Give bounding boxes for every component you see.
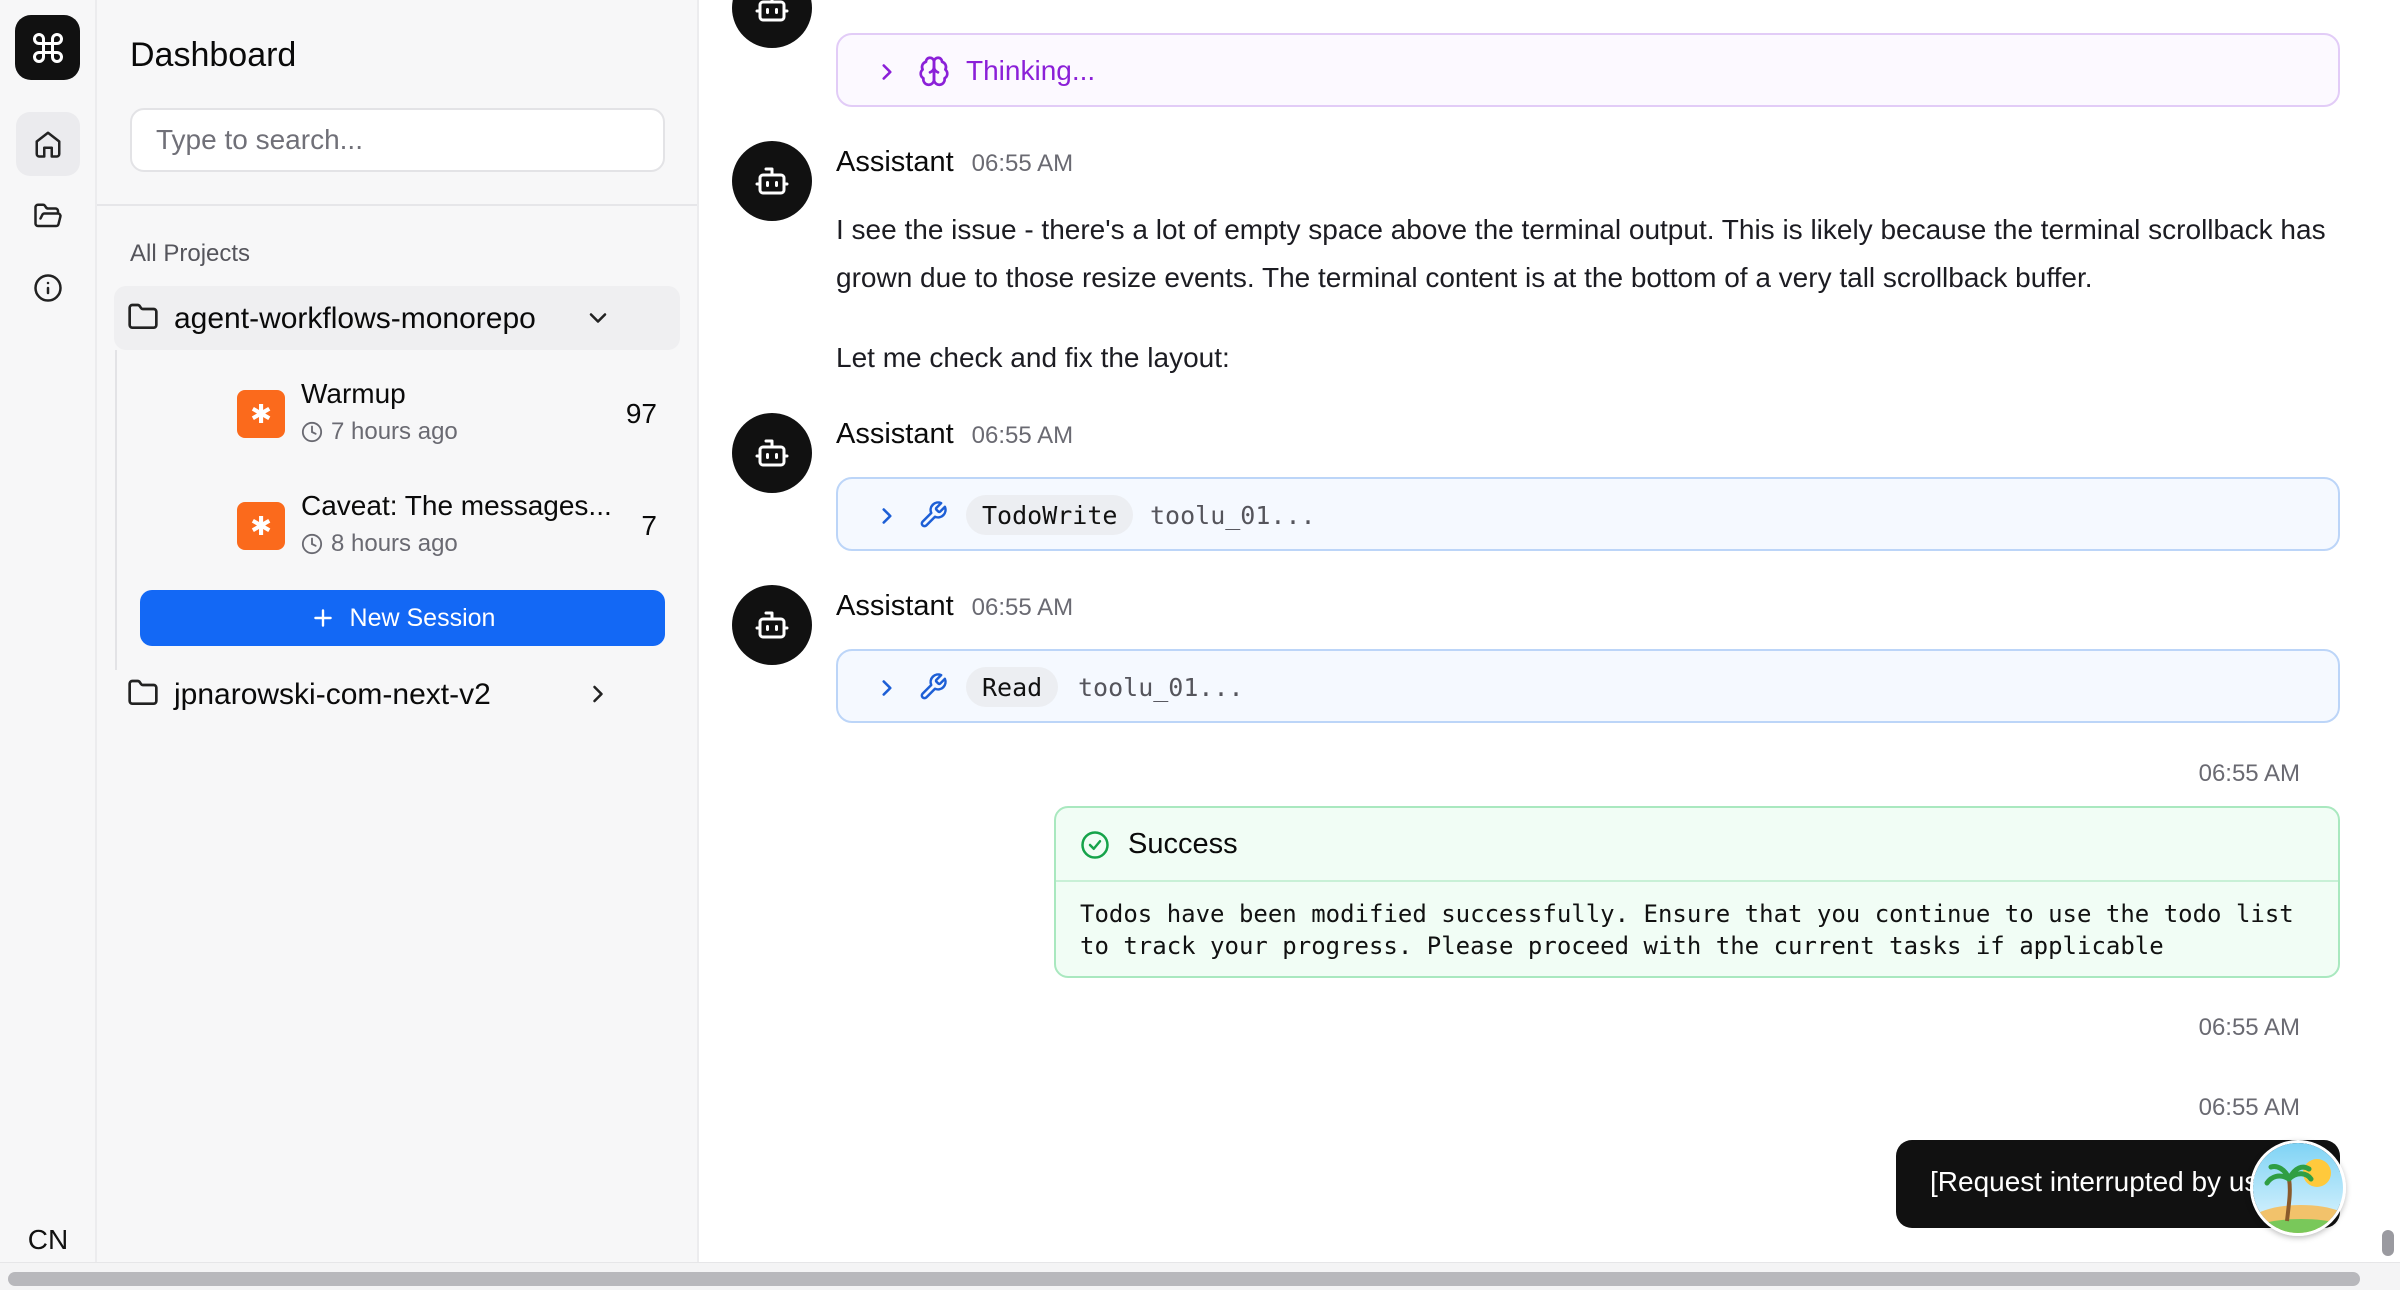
tool-call-card[interactable]: TodoWrite toolu_01... [836, 477, 2340, 551]
horizontal-scrollbar-thumb[interactable] [8, 1272, 2360, 1286]
tool-id: toolu_01... [1078, 673, 1244, 702]
result-time: 06:55 AM [2198, 760, 2300, 787]
brain-icon [919, 56, 949, 87]
session-message-count: 97 [625, 398, 657, 429]
session-item[interactable]: ✱ Caveat: The messages... 8 hours ago 7 [237, 490, 677, 580]
chevron-right-icon[interactable] [584, 680, 612, 708]
folder-icon [128, 679, 158, 705]
sidebar-title: Dashboard [130, 36, 297, 74]
tool-name: TodoWrite [966, 495, 1134, 535]
message-author: Assistant [836, 590, 954, 622]
plus-icon [313, 609, 332, 627]
thinking-label: Thinking... [966, 55, 1096, 86]
horizontal-scrollbar[interactable] [0, 1262, 2400, 1290]
chevron-right-icon [882, 508, 892, 524]
success-header: Success [1056, 808, 2338, 882]
message-header: Assistant 06:55 AM [836, 146, 1073, 179]
session-title: Caveat: The messages... [301, 490, 612, 521]
project-item-jpnarowski-com-next-v2[interactable]: jpnarowski-com-next-v2 [114, 662, 680, 726]
tool-call-card[interactable]: Read toolu_01... [836, 649, 2340, 723]
chevron-right-icon [882, 64, 892, 80]
thinking-card[interactable]: Thinking... [836, 33, 2340, 107]
tool-id: toolu_01... [1150, 501, 1316, 530]
bot-icon [755, 0, 789, 22]
assistant-avatar [732, 141, 812, 221]
wrench-icon [920, 673, 947, 700]
message-time: 06:55 AM [971, 150, 1074, 177]
message-header: Assistant 06:55 AM [836, 590, 1073, 623]
clock-icon [301, 533, 323, 555]
command-icon[interactable] [15, 15, 80, 80]
section-label-all-projects: All Projects [130, 240, 251, 267]
nav-home-button[interactable] [16, 112, 80, 176]
clock-icon [301, 421, 323, 443]
new-session-label: New Session [349, 603, 496, 632]
project-name: jpnarowski-com-next-v2 [174, 678, 491, 711]
project-name: agent-workflows-monorepo [174, 302, 536, 335]
bot-icon [755, 167, 789, 195]
user-avatar[interactable] [2250, 1140, 2346, 1236]
session-title: Warmup [301, 378, 406, 409]
message-time: 06:55 AM [2198, 1014, 2300, 1041]
success-title: Success [1128, 828, 1238, 860]
chat-panel: Thinking... Assistant 06:55 AM I see the… [700, 0, 2374, 1262]
message-header: Assistant 06:55 AM [836, 418, 1073, 451]
chevron-down-icon[interactable] [584, 304, 612, 332]
language-toggle[interactable]: CN [16, 1216, 80, 1264]
session-badge-icon: ✱ [237, 502, 285, 550]
wrench-icon [920, 501, 947, 528]
message-time: 06:55 AM [971, 594, 1074, 621]
folder-open-icon [34, 203, 62, 228]
session-badge-icon: ✱ [237, 390, 285, 438]
sidebar-divider [97, 204, 697, 206]
assistant-avatar [732, 585, 812, 665]
info-icon [34, 274, 62, 302]
message-paragraph: I see the issue - there's a lot of empty… [836, 214, 2326, 293]
user-message-text: [Request interrupted by user] [1930, 1166, 2292, 1197]
sidebar: Dashboard All Projects agent-workflows-m… [97, 0, 699, 1262]
success-body: Todos have been modified successfully. E… [1080, 900, 2294, 960]
folder-icon [128, 303, 158, 329]
session-time: 8 hours ago [301, 530, 458, 558]
tree-guide-line [115, 350, 117, 670]
tool-name: Read [966, 667, 1059, 707]
search-input[interactable] [130, 108, 665, 172]
assistant-avatar [732, 0, 812, 48]
session-time: 7 hours ago [301, 418, 458, 446]
message-time: 06:55 AM [971, 422, 1074, 449]
message-time: 06:55 AM [2198, 1094, 2300, 1121]
bot-icon [755, 611, 789, 639]
assistant-avatar [732, 413, 812, 493]
nav-projects-button[interactable] [16, 184, 80, 248]
message-paragraph: Let me check and fix the layout: [836, 342, 1230, 373]
chevron-right-icon [882, 680, 892, 696]
home-icon [35, 131, 61, 158]
vertical-scrollbar-thumb[interactable] [2382, 1230, 2394, 1256]
tool-result-success-card: Success Todos have been modified success… [1054, 806, 2340, 978]
project-item-agent-workflows-monorepo[interactable]: agent-workflows-monorepo [114, 286, 680, 350]
session-item[interactable]: ✱ Warmup 7 hours ago 97 [237, 378, 677, 468]
vertical-scrollbar[interactable] [2374, 0, 2400, 1262]
icon-rail: CN [0, 0, 97, 1262]
message-author: Assistant [836, 418, 954, 450]
session-time-text: 7 hours ago [331, 418, 458, 445]
message-author: Assistant [836, 146, 954, 178]
session-message-count: 7 [641, 510, 657, 541]
session-time-text: 8 hours ago [331, 530, 458, 557]
nav-info-button[interactable] [16, 256, 80, 320]
check-circle-icon [1081, 831, 1109, 859]
bot-icon [755, 439, 789, 467]
new-session-button[interactable]: New Session [140, 590, 665, 646]
